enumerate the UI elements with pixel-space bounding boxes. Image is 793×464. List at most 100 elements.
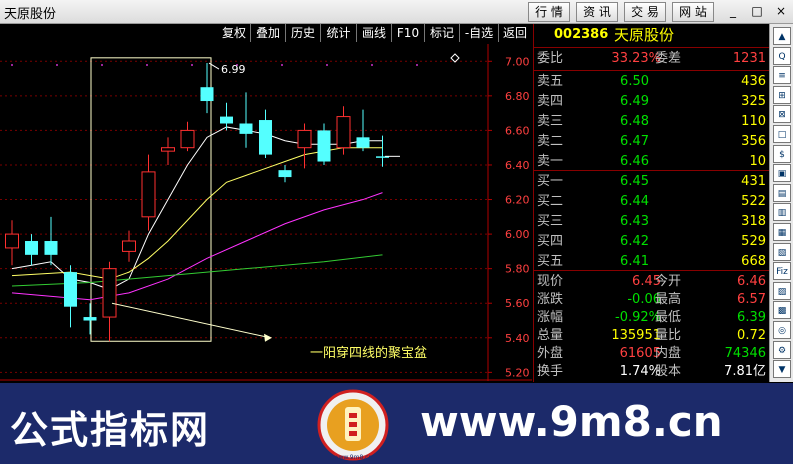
- ask-row[interactable]: 卖一 6.46 10: [534, 152, 769, 172]
- stat-label: 内盘: [655, 346, 682, 361]
- quote-icon[interactable]: Q: [773, 46, 791, 65]
- top-marker-dot: [191, 64, 193, 66]
- stat-value: 0.72: [737, 328, 766, 343]
- candle-body: [122, 240, 136, 252]
- mf-icon[interactable]: $: [773, 144, 791, 163]
- candle-body: [278, 170, 292, 178]
- top-marker-dot: [146, 64, 148, 66]
- candle-body: [64, 272, 77, 307]
- logo-url: www.9m8.cn: [334, 454, 373, 461]
- bid-row[interactable]: 买三 6.43 318: [534, 212, 769, 232]
- app-title: 天原股份: [4, 7, 57, 22]
- stock-name: 天原股份: [614, 26, 675, 44]
- candle-body: [25, 241, 38, 255]
- stat-value: 6.57: [737, 292, 766, 307]
- minimize-button[interactable]: _: [724, 3, 742, 19]
- stat-row: 总量 135951 量比 0.72: [534, 326, 769, 346]
- stat-row: 涨跌 -0.06 最高 6.57: [534, 290, 769, 310]
- annotation-arrowhead: [264, 333, 272, 342]
- price-tick-label: 5.20: [505, 366, 530, 379]
- annotation-text: 一阳穿四线的聚宝盆: [310, 345, 427, 361]
- quote-panel: 002386 天原股份 委比 33.23% 委差 1231 卖五 6.50 436 卖…: [533, 24, 769, 382]
- fz-icon[interactable]: Fiz: [773, 262, 791, 281]
- bid-price: 6.43: [620, 214, 649, 229]
- list-icon[interactable]: ≡: [773, 66, 791, 85]
- candle-body: [5, 233, 19, 249]
- price-tick-label: 5.60: [505, 297, 530, 310]
- kx-icon[interactable]: ▦: [773, 223, 791, 241]
- title-bar: 天原股份 行 情 资 讯 交 易 网 站 _ □ ×: [0, 0, 793, 24]
- arrow-down-icon[interactable]: ▼: [773, 360, 791, 379]
- draw-line-button[interactable]: 画线: [357, 24, 392, 42]
- f10-button[interactable]: F10: [392, 24, 425, 42]
- zx-icon[interactable]: ◎: [773, 321, 791, 339]
- stats-button[interactable]: 统计: [321, 24, 357, 42]
- ks-icon[interactable]: ▩: [773, 301, 791, 320]
- gear-icon[interactable]: ⚙: [773, 340, 791, 359]
- stat-label: 换手: [537, 364, 564, 379]
- weibi-label: 委比: [537, 51, 564, 66]
- stat-label: 总量: [537, 328, 564, 343]
- top-marker-dot: [326, 64, 328, 66]
- zh-icon[interactable]: ▤: [773, 183, 791, 202]
- watchlist-button[interactable]: -自选: [460, 24, 499, 42]
- history-button[interactable]: 历史: [286, 24, 321, 42]
- weicha-value: 1231: [732, 51, 766, 66]
- weibi-row: 委比 33.23% 委差 1231: [534, 49, 769, 69]
- bid-price: 6.44: [620, 194, 649, 209]
- ob-icon[interactable]: □: [773, 125, 791, 143]
- weibi-value: 33.23%: [611, 51, 661, 66]
- ask-volume: 325: [741, 94, 766, 109]
- bid-row[interactable]: 买一 6.45 431: [534, 172, 769, 192]
- mark-button[interactable]: 标记: [425, 24, 460, 42]
- candle-body: [220, 116, 233, 124]
- candle-body: [102, 268, 117, 318]
- maximize-button[interactable]: □: [748, 3, 766, 19]
- nav-site-button[interactable]: 网 站: [672, 2, 714, 22]
- fuquan-button[interactable]: 复权: [218, 24, 251, 42]
- stat-label: 现价: [537, 274, 564, 289]
- price-tick-label: 5.40: [505, 332, 530, 345]
- bid-row[interactable]: 买四 6.42 529: [534, 232, 769, 252]
- fl-icon[interactable]: ▥: [773, 203, 791, 222]
- gg-icon[interactable]: ▨: [773, 281, 791, 300]
- ask-volume: 356: [741, 134, 766, 149]
- ask-price: 6.50: [620, 74, 649, 89]
- ask-volume: 10: [749, 154, 766, 169]
- ask-row[interactable]: 卖三 6.48 110: [534, 112, 769, 132]
- ask-row[interactable]: 卖五 6.50 436: [534, 72, 769, 92]
- price-tick-label: 6.80: [505, 90, 530, 103]
- price-tick-label: 6.40: [505, 159, 530, 172]
- ask-row[interactable]: 卖二 6.47 356: [534, 132, 769, 152]
- ask-row[interactable]: 卖四 6.49 325: [534, 92, 769, 112]
- arrow-up-icon[interactable]: ▲: [773, 27, 791, 45]
- candle-body: [180, 129, 195, 149]
- js-icon[interactable]: ▧: [773, 242, 791, 261]
- price-tick-label: 6.20: [505, 194, 530, 207]
- close-button[interactable]: ×: [772, 3, 790, 19]
- candlestick-chart[interactable]: 7.00 6.80 6.60 6.40 6.20 6.00 5.80 5.60 5.40 5.20…: [0, 44, 532, 381]
- price-tick-label: 5.80: [505, 263, 530, 276]
- bid-level-label: 买三: [537, 214, 564, 229]
- nav-trade-button[interactable]: 交 易: [624, 2, 666, 22]
- ask-price: 6.48: [620, 114, 649, 129]
- bid-volume: 668: [741, 254, 766, 269]
- back-button[interactable]: 返回: [499, 24, 531, 42]
- top-marker-dot: [281, 64, 283, 66]
- chart-icon[interactable]: ⊠: [773, 105, 791, 124]
- ask-volume: 436: [741, 74, 766, 89]
- bid-row[interactable]: 买五 6.41 668: [534, 252, 769, 272]
- candle-body: [141, 171, 156, 218]
- overlay-button[interactable]: 叠加: [251, 24, 286, 42]
- grid-icon[interactable]: ⊞: [773, 85, 791, 104]
- divider: [534, 47, 769, 48]
- candle-body: [44, 241, 58, 255]
- bid-volume: 529: [741, 234, 766, 249]
- nav-news-button[interactable]: 资 讯: [576, 2, 618, 22]
- gr-icon[interactable]: ▣: [773, 164, 791, 183]
- high-price-label: 6.99: [221, 63, 246, 76]
- bid-volume: 522: [741, 194, 766, 209]
- bid-level-label: 买一: [537, 174, 564, 189]
- bid-row[interactable]: 买二 6.44 522: [534, 192, 769, 212]
- nav-quotes-button[interactable]: 行 情: [528, 2, 570, 22]
